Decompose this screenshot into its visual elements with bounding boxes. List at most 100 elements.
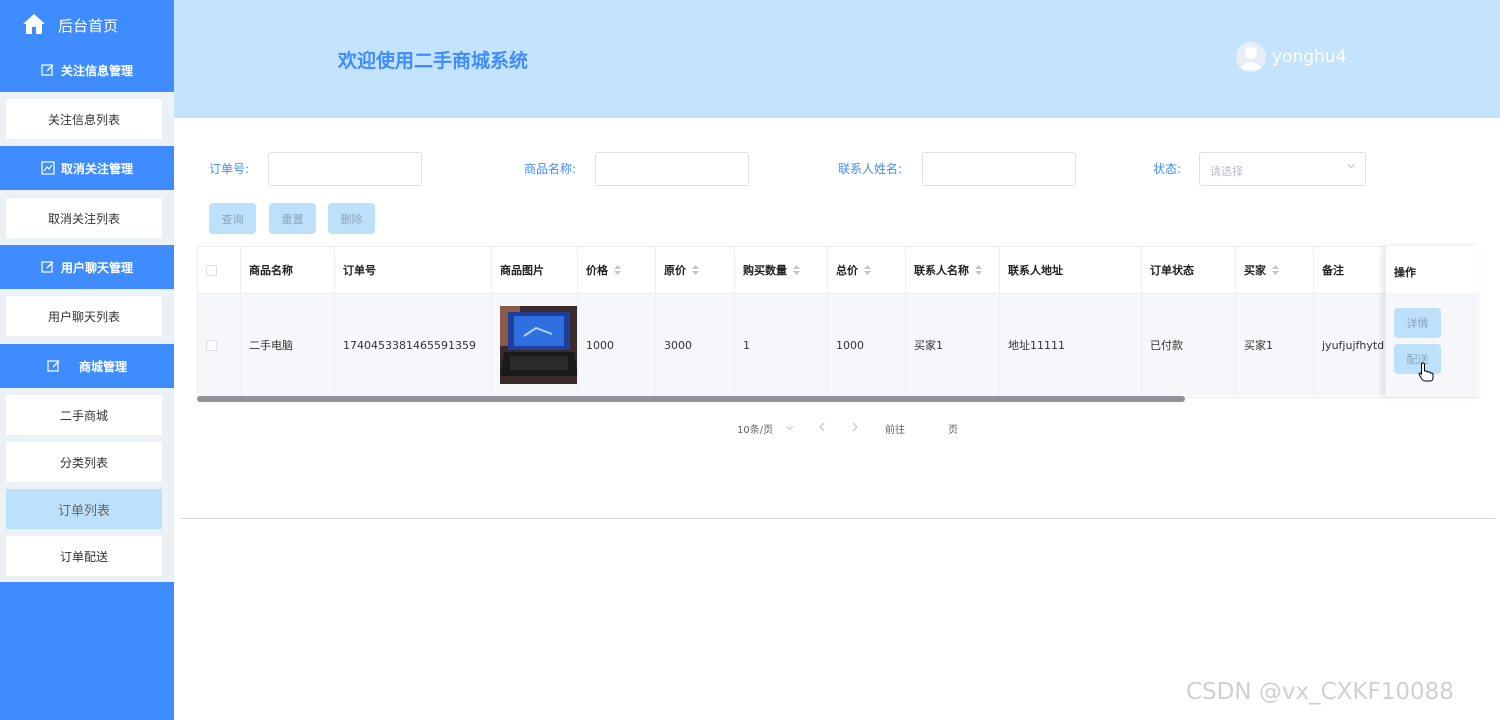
hand-cursor-icon	[1418, 362, 1434, 382]
cell-total: 1000	[828, 294, 906, 396]
cell-original-price: 3000	[656, 294, 735, 396]
detail-button[interactable]: 详情	[1394, 308, 1441, 338]
col-original-price-label: 原价	[664, 264, 686, 277]
goto-prefix: 前往	[885, 425, 905, 436]
row-checkbox[interactable]	[206, 339, 217, 351]
edit-icon	[41, 261, 54, 273]
menu-group-body: 关注信息列表	[0, 92, 174, 146]
menu-group-title: 关注信息管理	[60, 63, 133, 78]
menu-item-unfollow-list[interactable]: 取消关注列表	[6, 198, 162, 238]
goto-suffix: 页	[948, 425, 958, 436]
product-image[interactable]	[500, 306, 577, 384]
order-no-label: 订单号:	[209, 162, 250, 176]
contact-name-label: 联系人姓名:	[838, 162, 903, 176]
status-label: 状态:	[1153, 162, 1182, 176]
sort-icon[interactable]	[1272, 265, 1279, 275]
order-table: 商品名称 订单号 商品图片 价格 原价 购买数量 总价 联系人名称 联系人地址 …	[197, 246, 1479, 398]
cell-price: 1000	[578, 294, 656, 396]
cell-contact-name: 买家1	[906, 294, 1000, 396]
menu-item-order-list[interactable]: 订单列表	[6, 489, 162, 529]
operation-column: 操作 详情 配送	[1385, 246, 1479, 396]
col-contact-name[interactable]: 联系人名称	[906, 247, 1000, 293]
menu-item-chat-list[interactable]: 用户聊天列表	[6, 296, 162, 336]
col-buyer-label: 买家	[1244, 264, 1266, 277]
chart-icon	[41, 161, 55, 175]
chevron-down-icon[interactable]	[786, 424, 794, 432]
sort-icon[interactable]	[793, 265, 800, 275]
col-order-status: 订单状态	[1142, 247, 1236, 293]
cell-buyer: 买家1	[1236, 294, 1314, 396]
query-button[interactable]: 查询	[209, 203, 256, 234]
table-horizontal-scrollbar[interactable]	[197, 396, 1185, 402]
col-contact-name-label: 联系人名称	[914, 264, 969, 277]
col-product-name: 商品名称	[241, 247, 335, 293]
col-remark: 备注	[1314, 247, 1394, 293]
cell-contact-address: 地址11111	[1000, 294, 1142, 396]
next-page-icon[interactable]	[851, 422, 859, 432]
table-row[interactable]: 二手电脑 1740453381465591359 1000 3000 1 100…	[198, 294, 1478, 396]
col-buyer[interactable]: 买家	[1236, 247, 1314, 293]
sort-icon[interactable]	[614, 265, 621, 275]
home-link[interactable]: 后台首页	[0, 0, 174, 50]
product-name-label: 商品名称:	[524, 162, 577, 176]
menu-group-body: 取消关注列表	[0, 190, 174, 245]
cell-remark: jyufjujfhytd	[1314, 294, 1394, 396]
avatar[interactable]	[1236, 42, 1266, 72]
product-name-input[interactable]	[595, 152, 749, 186]
edit-icon	[47, 360, 60, 372]
col-price[interactable]: 价格	[578, 247, 656, 293]
header: 欢迎使用二手商城系统 yonghu4	[174, 0, 1500, 118]
menu-group-title: 商城管理	[78, 359, 127, 374]
menu-group-title: 用户聊天管理	[60, 260, 133, 275]
goto-page-input[interactable]	[912, 416, 942, 438]
col-product-image: 商品图片	[492, 247, 578, 293]
header-select-cell	[198, 247, 241, 293]
page-size-select[interactable]: 10条/页	[737, 421, 773, 436]
menu-group-mall[interactable]: 商城管理	[0, 344, 174, 388]
cell-product-name: 二手电脑	[241, 294, 335, 396]
menu-item-follow-list[interactable]: 关注信息列表	[6, 99, 162, 139]
chevron-down-icon	[1347, 164, 1355, 169]
table-header: 商品名称 订单号 商品图片 价格 原价 购买数量 总价 联系人名称 联系人地址 …	[198, 247, 1478, 294]
prev-page-icon[interactable]	[818, 422, 826, 432]
row-select-cell	[198, 294, 241, 396]
menu-group-follow[interactable]: 关注信息管理	[0, 48, 174, 92]
menu-group-unfollow[interactable]: 取消关注管理	[0, 146, 174, 190]
laptop-photo	[500, 306, 577, 384]
edit-icon	[41, 64, 54, 76]
status-select[interactable]: 请选择	[1199, 152, 1366, 186]
cell-order-no: 1740453381465591359	[335, 294, 492, 396]
sort-icon[interactable]	[975, 265, 982, 275]
menu-group-chat[interactable]: 用户聊天管理	[0, 245, 174, 289]
menu-item-second-hand-mall[interactable]: 二手商城	[6, 395, 162, 435]
order-no-input[interactable]	[268, 152, 422, 186]
menu-item-order-delivery[interactable]: 订单配送	[6, 536, 162, 576]
col-operation: 操作	[1394, 266, 1416, 279]
col-quantity-label: 购买数量	[743, 264, 787, 277]
reset-button[interactable]: 重置	[269, 203, 316, 234]
menu-group-body: 用户聊天列表	[0, 289, 174, 344]
cell-quantity: 1	[735, 294, 828, 396]
col-original-price[interactable]: 原价	[656, 247, 735, 293]
delete-button[interactable]: 删除	[328, 203, 375, 234]
col-order-no: 订单号	[335, 247, 492, 293]
col-price-label: 价格	[586, 264, 608, 277]
col-quantity[interactable]: 购买数量	[735, 247, 828, 293]
menu-item-category-list[interactable]: 分类列表	[6, 442, 162, 482]
col-contact-address: 联系人地址	[1000, 247, 1142, 293]
contact-name-input[interactable]	[922, 152, 1076, 186]
select-all-checkbox[interactable]	[206, 264, 217, 276]
content-divider	[180, 518, 1495, 519]
sort-icon[interactable]	[692, 265, 699, 275]
status-placeholder: 请选择	[1210, 165, 1243, 178]
cell-order-status: 已付款	[1142, 294, 1236, 396]
sidebar: 后台首页 关注信息管理 关注信息列表 取消关注管理 取消关注列表 用户聊天管理 …	[0, 0, 174, 720]
sort-icon[interactable]	[864, 265, 871, 275]
username[interactable]: yonghu4	[1272, 47, 1346, 67]
home-icon	[23, 14, 45, 34]
home-label: 后台首页	[58, 17, 119, 35]
col-total[interactable]: 总价	[828, 247, 906, 293]
menu-group-title: 取消关注管理	[60, 161, 133, 176]
operation-cell: 详情 配送	[1386, 293, 1479, 396]
menu-group-body: 二手商城 分类列表 订单列表 订单配送	[0, 388, 174, 582]
